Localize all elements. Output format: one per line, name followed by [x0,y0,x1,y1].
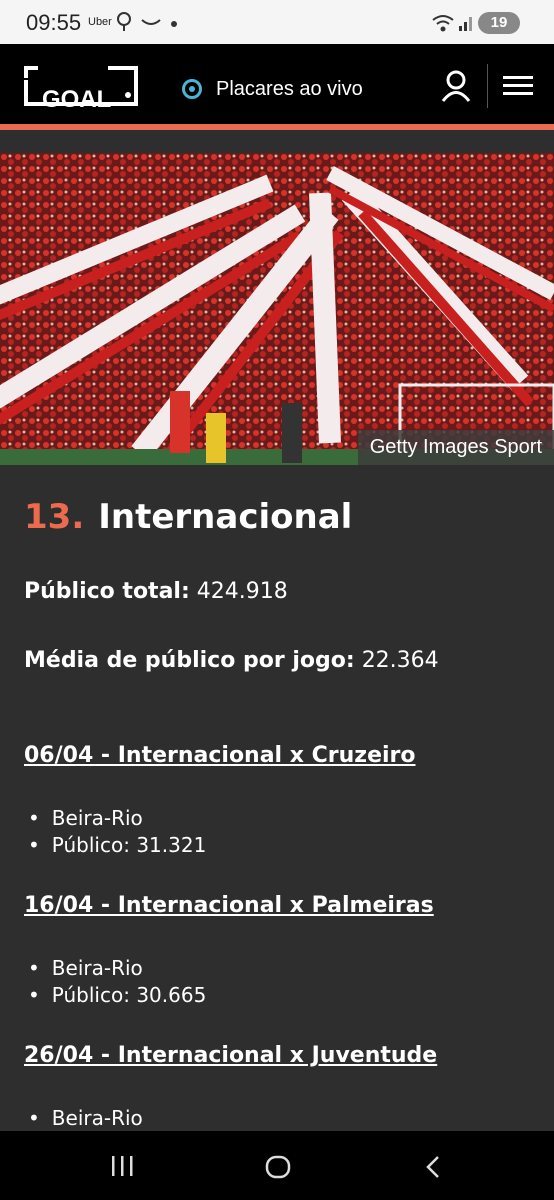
goal-logo-text: GOAL [42,86,112,113]
match-link-palmeiras[interactable]: 16/04 - Internacional x Palmeiras [24,893,434,918]
spacer [0,130,554,153]
wifi-icon [432,15,454,32]
average-attendance: Média de público por jogo: 22.364 [24,648,439,673]
status-time: 09:55 [26,10,82,35]
stadium-crowd-image [0,153,554,465]
uber-icon: Uber [88,16,112,28]
match-venue: Beira-Rio [28,806,143,830]
stat-value: 22.364 [361,648,439,673]
image-credit: Getty Images Sport [357,430,554,465]
match-attendance: Público: 31.321 [28,833,207,857]
signal-icon [459,17,472,31]
status-bar: 09:55 Uber 19 [0,0,554,44]
team-name: Internacional [98,497,353,537]
location-pin-icon [117,12,131,31]
total-attendance: Público total: 424.918 [24,579,288,604]
battery-indicator: 19 [478,12,520,34]
match-link-cruzeiro[interactable]: 06/04 - Internacional x Cruzeiro [24,743,416,768]
match-link-juventude[interactable]: 26/04 - Internacional x Juventude [24,1043,437,1068]
ranking-number: 13. [24,497,85,537]
article-content: 13. Internacional Público total: 424.918 … [0,465,554,1131]
hero-image: Getty Images Sport [0,153,554,465]
back-icon[interactable] [424,1155,442,1179]
menu-icon[interactable] [503,74,533,98]
stat-value: 424.918 [196,579,288,604]
match-attendance: Público: 30.665 [28,983,207,1007]
match-venue: Beira-Rio [28,1106,143,1130]
account-icon[interactable] [440,70,472,102]
header-divider [487,64,488,108]
stat-label: Média de público por jogo: [24,648,355,673]
stat-label: Público total: [24,579,190,604]
live-scores-label: Placares ao vivo [216,77,363,100]
amazon-icon [141,19,161,25]
match-venue: Beira-Rio [28,956,143,980]
live-icon [182,79,202,99]
dot-icon [171,21,177,27]
ranking-heading: 13. Internacional [24,497,352,537]
recent-apps-icon[interactable] [110,1155,136,1177]
live-scores-button[interactable]: Placares ao vivo [182,74,363,104]
system-nav-bar [0,1131,554,1200]
home-icon[interactable] [265,1155,291,1179]
